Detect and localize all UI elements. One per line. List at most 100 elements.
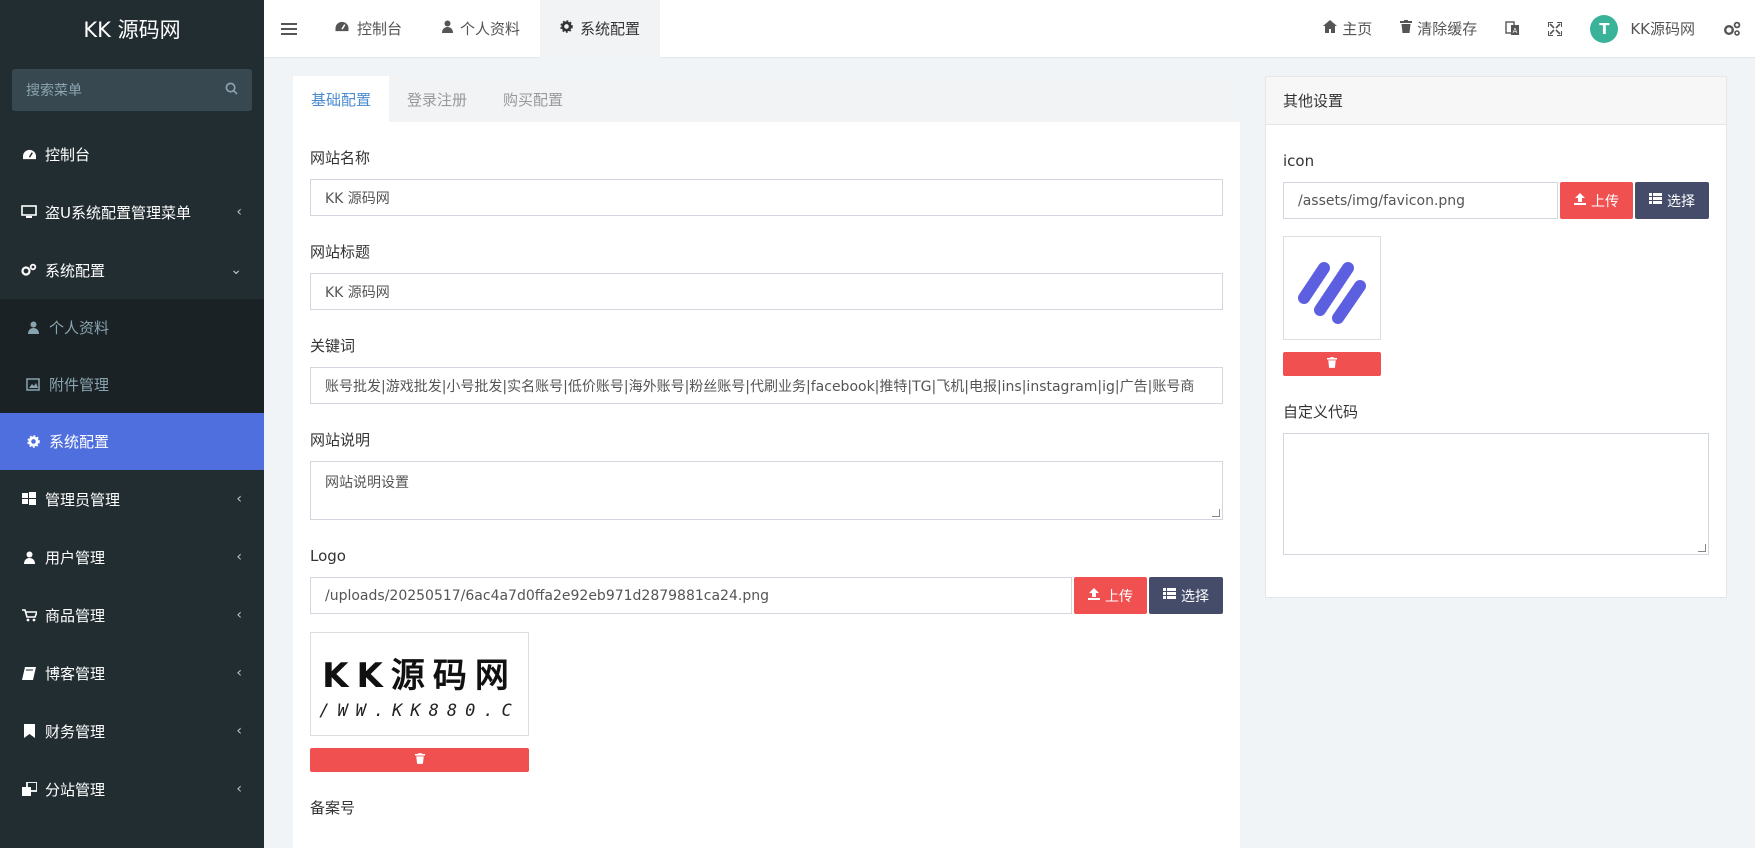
description-textarea[interactable]: 网站说明设置 [310,461,1223,520]
tab-purchase-config[interactable]: 购买配置 [485,76,581,122]
tab-dashboard[interactable]: 控制台 [314,0,422,58]
user-menu[interactable]: T KK源码网 [1576,0,1709,58]
icon-select-button[interactable]: 选择 [1635,182,1709,219]
site-name-input[interactable]: KK 源码网 [310,179,1223,216]
gear-icon [24,435,42,448]
svg-text:A: A [1513,28,1518,35]
sidebar-item-blog[interactable]: 博客管理 ‹ [0,644,264,702]
tab-sysconfig[interactable]: 系统配置 [540,0,661,58]
tab-label: 控制台 [357,20,403,38]
logo-preview-line1: KK源码网 [322,655,517,696]
favicon-preview [1283,236,1381,340]
clone-icon [20,782,38,796]
favicon-stripes-icon [1298,262,1366,324]
chevron-left-icon: ‹ [236,781,242,797]
icon-upload-button[interactable]: 上传 [1560,182,1633,219]
description-label: 网站说明 [310,431,371,449]
avatar: T [1590,14,1619,43]
trash-icon [414,753,425,767]
dashboard-icon [334,20,350,37]
select-label: 选择 [1667,193,1695,210]
sidebar-subitem-label: 系统配置 [49,433,110,451]
sidebar-item-uconfig[interactable]: 盗U系统配置管理菜单 ‹ [0,183,264,241]
tab-profile[interactable]: 个人资料 [422,0,540,58]
logo-upload-row: /uploads/20250517/6ac4a7d0ffa2e92eb971d2… [310,577,1223,614]
sidebar-search[interactable]: 搜索菜单 [12,69,252,111]
icon-delete-button[interactable] [1283,352,1381,376]
username-label: KK源码网 [1630,20,1695,38]
tab-label: 系统配置 [580,20,641,38]
fullscreen-icon[interactable] [1534,0,1576,58]
sidebar-item-label: 控制台 [45,145,91,164]
basic-config-panel: 基础配置 登录注册 购买配置 网站名称 KK 源码网 网站标题 KK 源码网 关… [293,76,1240,848]
tab-label: 个人资料 [460,20,521,38]
monitor-icon [20,205,38,219]
sidebar-submenu: 个人资料 附件管理 系统配置 [0,299,264,470]
logo-delete-button[interactable] [310,748,529,772]
chevron-left-icon: ‹ [236,665,242,681]
description-text: 网站说明设置 [325,475,409,491]
sidebar-subitem-attachments[interactable]: 附件管理 [0,356,264,413]
site-title-label: 网站标题 [310,243,371,261]
search-input[interactable]: 搜索菜单 [26,80,82,100]
image-icon [24,378,42,391]
sidebar-item-label: 管理员管理 [45,490,121,509]
user-icon [20,551,38,564]
resize-handle-icon[interactable] [1698,544,1706,552]
cart-icon [20,608,38,622]
resize-handle-icon[interactable] [1212,509,1220,517]
sidebar-item-products[interactable]: 商品管理 ‹ [0,586,264,644]
sidebar-item-admin[interactable]: 管理员管理 ‹ [0,470,264,528]
sidebar-subitem-label: 个人资料 [49,319,110,337]
tab-login-register[interactable]: 登录注册 [389,76,485,122]
sidebar-item-label: 盗U系统配置管理菜单 [45,203,191,222]
keywords-input[interactable]: 账号批发|游戏批发|小号批发|实名账号|低价账号|海外账号|粉丝账号|代刷业务|… [310,367,1223,404]
sidebar-item-label: 系统配置 [45,261,106,280]
sidebar-subitem-profile[interactable]: 个人资料 [0,299,264,356]
chevron-left-icon: ‹ [236,723,242,739]
home-link[interactable]: 主页 [1309,0,1386,58]
app-logo[interactable]: KK 源码网 [0,0,264,58]
chevron-left-icon: ‹ [236,491,242,507]
other-settings-panel: 其他设置 icon /assets/img/favicon.png 上传 选择 [1265,76,1727,598]
sidebar-item-dashboard[interactable]: 控制台 [0,125,264,183]
other-settings-title: 其他设置 [1266,77,1726,125]
custom-code-label: 自定义代码 [1283,403,1359,421]
clear-cache-button[interactable]: 清除缓存 [1386,0,1491,58]
menu-toggle-icon[interactable] [264,0,314,58]
sidebar-item-sysconfig[interactable]: 系统配置 ⌄ [0,241,264,299]
site-name-label: 网站名称 [310,149,371,167]
translate-icon[interactable]: A [1491,0,1534,58]
bookmark-icon [20,724,38,738]
book-icon [20,666,38,680]
logo-select-button[interactable]: 选择 [1149,577,1223,614]
sidebar-item-substations[interactable]: 分站管理 ‹ [0,760,264,818]
icon-label: icon [1283,152,1315,170]
user-icon [442,20,454,37]
logo-preview: KK源码网 /WW.KK880.C [310,632,529,736]
logo-path-input[interactable]: /uploads/20250517/6ac4a7d0ffa2e92eb971d2… [310,577,1072,614]
gears-icon [20,263,38,277]
site-title-input[interactable]: KK 源码网 [310,273,1223,310]
settings-gears-icon[interactable] [1709,0,1755,58]
trash-icon [1400,20,1413,37]
home-label: 主页 [1342,20,1373,38]
chevron-left-icon: ‹ [236,607,242,623]
icon-path-input[interactable]: /assets/img/favicon.png [1283,182,1558,219]
sidebar-item-users[interactable]: 用户管理 ‹ [0,528,264,586]
topbar: 控制台 个人资料 系统配置 主页 清除缓存 A T KK源码网 [264,0,1755,58]
custom-code-textarea[interactable] [1283,433,1709,555]
sidebar-item-finance[interactable]: 财务管理 ‹ [0,702,264,760]
topbar-right: 主页 清除缓存 A T KK源码网 [1309,0,1755,58]
list-icon [1649,193,1662,208]
clear-cache-label: 清除缓存 [1417,20,1478,38]
sidebar-item-label: 财务管理 [45,722,106,741]
logo-upload-button[interactable]: 上传 [1074,577,1147,614]
icon-upload-row: /assets/img/favicon.png 上传 选择 [1283,182,1709,219]
chevron-down-icon: ⌄ [230,262,242,278]
logo-label: Logo [310,547,346,565]
sidebar-subitem-sysconfig[interactable]: 系统配置 [0,413,264,470]
search-icon[interactable] [225,82,238,99]
tab-basic-config[interactable]: 基础配置 [293,76,390,122]
select-label: 选择 [1181,588,1209,605]
